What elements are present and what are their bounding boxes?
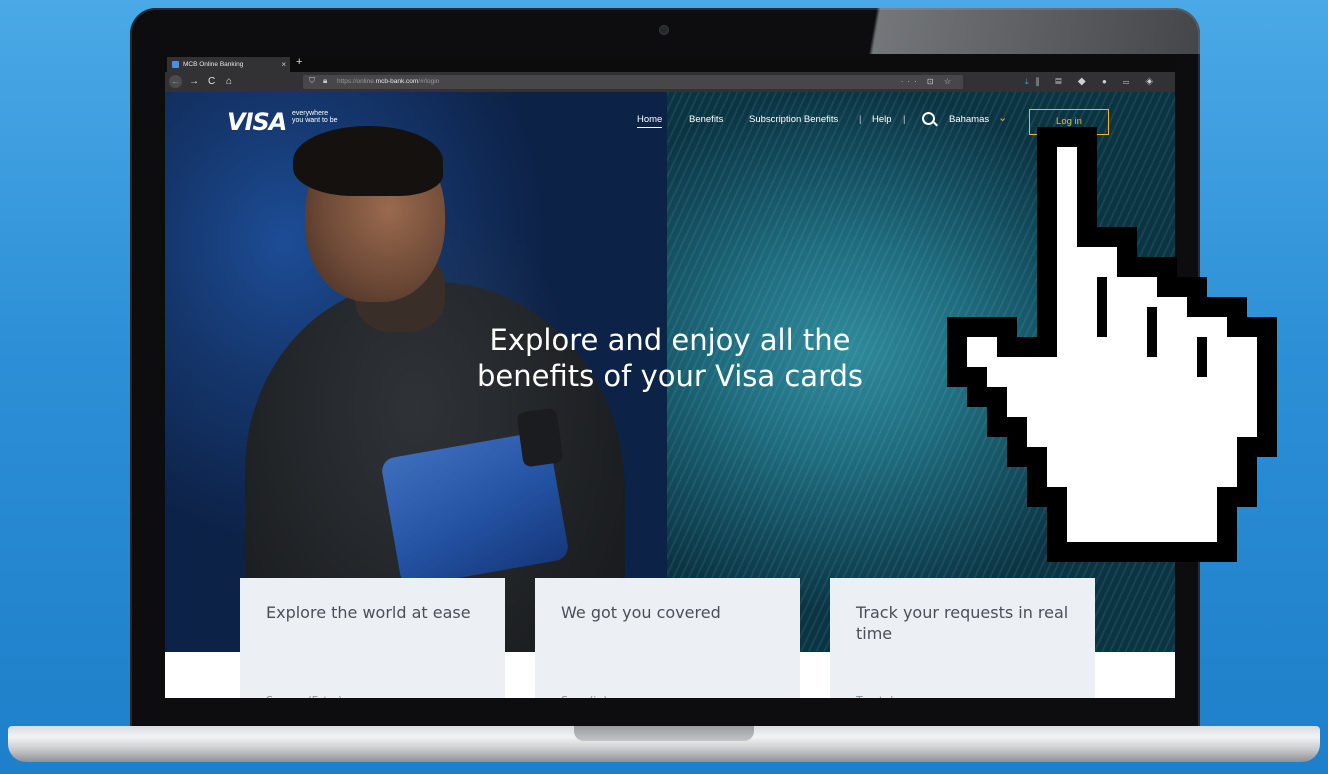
browser-tab[interactable]: MCB Online Banking × [167, 57, 290, 72]
new-tab-button[interactable]: + [296, 55, 302, 70]
hero-title: Explore and enjoy all the benefits of yo… [476, 323, 864, 393]
url-bar[interactable]: ⛉ 🔒︎ https://online.mcb-bank.com/#/login… [303, 75, 963, 89]
home-button[interactable]: ⌂ [226, 75, 232, 89]
tab-close-icon[interactable]: × [281, 57, 286, 72]
visa-logo[interactable]: VISA [227, 108, 287, 136]
browser-tab-bar: MCB Online Banking × + [165, 55, 1175, 72]
forward-button[interactable]: → [189, 75, 199, 89]
url-text[interactable]: https://online.mcb-bank.com/#/login [337, 75, 439, 89]
nav-separator: | [859, 114, 862, 125]
feature-card[interactable]: We got you covered S...r..(i..) [535, 578, 800, 698]
nav-benefits[interactable]: Benefits [689, 114, 723, 125]
feature-card[interactable]: Explore the world at ease Se...e...(F..t… [240, 578, 505, 698]
diver-hair [293, 126, 443, 196]
chevron-down-icon[interactable]: ⌄ [998, 111, 1007, 124]
camera-handle [516, 407, 564, 468]
url-actions[interactable]: ··· ⊡ ☆ [901, 75, 955, 89]
feature-card[interactable]: Track your requests in real time T.....t… [830, 578, 1095, 698]
download-icon: ⤓ [1025, 77, 1036, 86]
visa-tagline: everywhere you want to be [292, 110, 338, 124]
tab-title: MCB Online Banking [183, 61, 244, 68]
webcam [660, 26, 668, 34]
card-title: We got you covered [561, 603, 721, 622]
back-button[interactable]: ← [169, 75, 182, 88]
card-title: Explore the world at ease [266, 603, 471, 622]
nav-help[interactable]: Help [872, 114, 892, 125]
card-title: Track your requests in real time [856, 603, 1069, 643]
lock-icon[interactable]: 🔒︎ [323, 76, 327, 86]
card-subtitle: Se...e...(F..t.r.) [266, 690, 342, 698]
country-selector[interactable]: Bahamas [949, 114, 989, 125]
nav-separator: | [903, 114, 906, 125]
nav-home[interactable]: Home [637, 114, 663, 128]
reload-button[interactable]: C [208, 75, 215, 89]
nav-subscription-benefits[interactable]: Subscription Benefits [749, 114, 838, 125]
card-subtitle: T.....t..l [856, 690, 893, 698]
card-subtitle: S...r..(i..) [561, 690, 608, 698]
browser-nav-bar: ← → C ⌂ ⛉ 🔒︎ https://online.mcb-bank.com… [165, 72, 1175, 100]
search-icon[interactable] [922, 112, 935, 125]
favicon-icon [172, 61, 179, 68]
pixel-hand-cursor-icon [947, 127, 1277, 562]
laptop-base-notch [574, 726, 754, 741]
shield-icon[interactable]: ⛉ [309, 76, 315, 86]
lid-glare [840, 8, 1200, 54]
